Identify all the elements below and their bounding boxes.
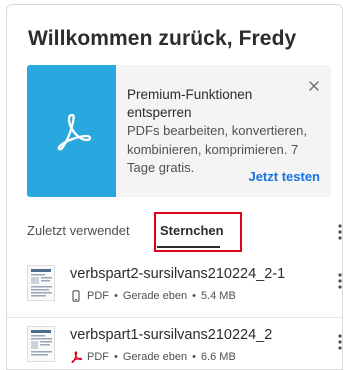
meta-separator: • <box>114 290 118 302</box>
meta-separator: • <box>192 290 196 302</box>
file-time: Gerade eben <box>122 290 188 302</box>
file-name: verbspart2-sursilvans210224_2-1 <box>70 266 286 282</box>
divider <box>7 317 342 318</box>
welcome-title: Willkommen zurück, Fredy <box>28 27 297 50</box>
file-size: 5.4 MB <box>200 290 236 302</box>
list-item[interactable]: verbspart1-sursilvans210224_2 PDF • Gera… <box>27 324 343 369</box>
tab-highlight-box <box>154 212 242 252</box>
home-screen: Willkommen zurück, Fredy Premium-Funktio… <box>6 4 343 370</box>
meta-separator: • <box>192 351 196 363</box>
file-thumbnail <box>27 265 55 301</box>
file-meta: PDF • Gerade eben • 6.6 MB <box>70 351 236 363</box>
list-item[interactable]: verbspart2-sursilvans210224_2-1 PDF • Ge… <box>27 263 343 319</box>
tab-recent[interactable]: Zuletzt verwendet <box>27 223 130 238</box>
try-now-link[interactable]: Jetzt testen <box>248 169 320 184</box>
premium-promo-card[interactable]: Premium-Funktionen entsperren PDFs bearb… <box>27 65 331 197</box>
acrobat-icon <box>71 351 82 363</box>
file-type: PDF <box>87 290 109 302</box>
document-thumbnail-icon <box>31 330 52 356</box>
phone-icon <box>72 290 80 302</box>
file-meta: PDF • Gerade eben • 5.4 MB <box>70 290 236 302</box>
file-size: 6.6 MB <box>200 351 236 363</box>
promo-title: Premium-Funktionen entsperren <box>127 87 253 120</box>
file-thumbnail <box>27 326 55 362</box>
file-name: verbspart1-sursilvans210224_2 <box>70 327 273 343</box>
more-vertical-icon[interactable] <box>335 332 343 352</box>
meta-separator: • <box>114 351 118 363</box>
more-vertical-icon[interactable] <box>335 222 343 242</box>
more-vertical-icon[interactable] <box>335 271 343 291</box>
document-thumbnail-icon <box>31 269 52 297</box>
tab-bar: Zuletzt verwendet Sternchen <box>27 212 343 253</box>
promo-tile <box>27 65 116 197</box>
file-type: PDF <box>87 351 109 363</box>
file-time: Gerade eben <box>122 351 188 363</box>
acrobat-icon <box>57 113 91 151</box>
close-icon[interactable] <box>307 79 321 93</box>
